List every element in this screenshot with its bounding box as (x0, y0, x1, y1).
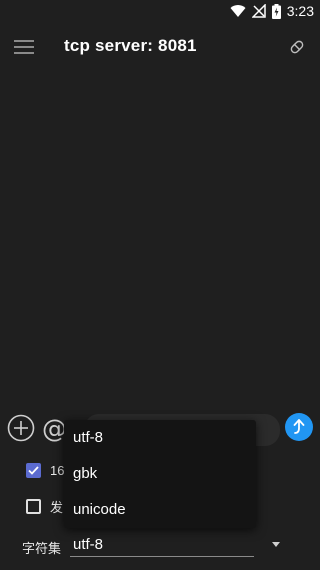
charset-row: 字符集 utf-8 (0, 530, 320, 560)
status-icons: 3:23 (230, 3, 314, 19)
hex-checkbox[interactable] (26, 462, 41, 478)
wifi-icon (230, 5, 246, 18)
charset-dropdown: utf-8 gbk unicode (64, 420, 256, 528)
charset-selected-value: utf-8 (73, 536, 104, 553)
hex-option[interactable]: 16 (26, 458, 64, 482)
send-option-label: 发 (50, 499, 64, 515)
send-icon (293, 419, 305, 434)
page-title: tcp server: 8081 (64, 36, 197, 55)
disconnect-icon[interactable] (288, 38, 306, 56)
dropdown-item-utf8[interactable]: utf-8 (64, 420, 256, 456)
dropdown-arrow-icon[interactable] (272, 542, 280, 547)
menu-icon[interactable] (14, 36, 36, 58)
dropdown-item-gbk[interactable]: gbk (64, 456, 256, 492)
send-option[interactable]: 发 (26, 494, 63, 518)
battery-charging-icon (271, 3, 281, 19)
charset-select[interactable]: utf-8 (70, 532, 254, 557)
app-bar: tcp server: 8081 (0, 24, 320, 72)
status-bar: 3:23 (0, 0, 320, 24)
check-icon (28, 465, 39, 475)
charset-label: 字符集 (22, 541, 62, 556)
hex-label: 16 (50, 462, 65, 478)
send-checkbox[interactable] (26, 498, 41, 514)
add-circle-icon[interactable] (7, 414, 35, 442)
status-time: 3:23 (286, 3, 314, 19)
send-button[interactable] (285, 413, 313, 441)
screen: 3:23 tcp server: 8081 @ 16 发 字符集 utf-8 u… (0, 0, 320, 570)
signal-off-icon (251, 4, 266, 18)
dropdown-item-unicode[interactable]: unicode (64, 492, 256, 528)
